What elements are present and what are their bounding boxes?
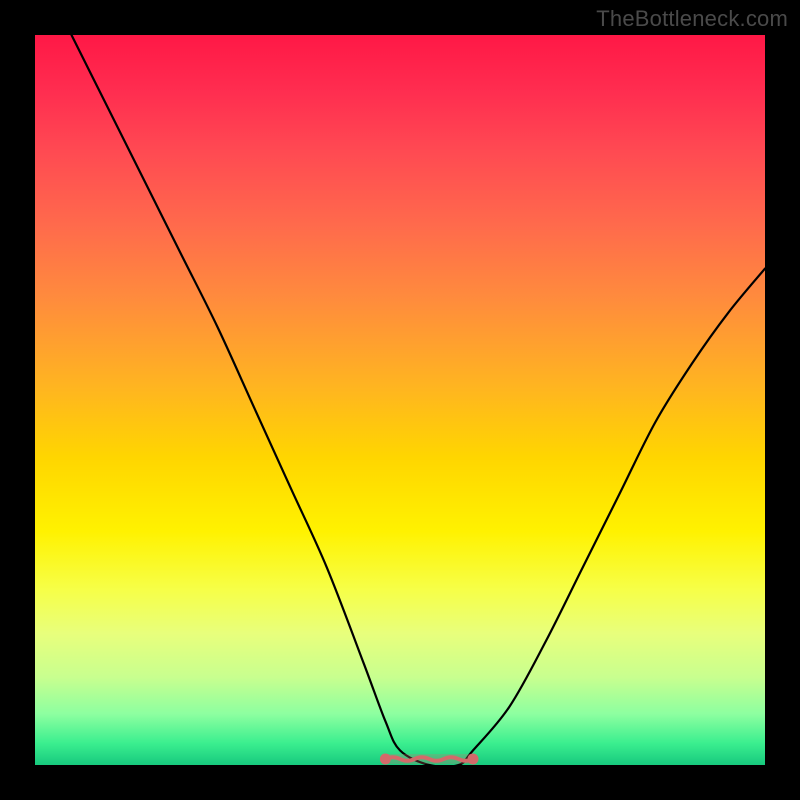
curve-svg (35, 35, 765, 765)
bottleneck-curve (72, 35, 766, 767)
plot-area (35, 35, 765, 765)
watermark-text: TheBottleneck.com (596, 6, 788, 32)
chart-frame: TheBottleneck.com (0, 0, 800, 800)
flat-optimum-marker (380, 754, 479, 765)
